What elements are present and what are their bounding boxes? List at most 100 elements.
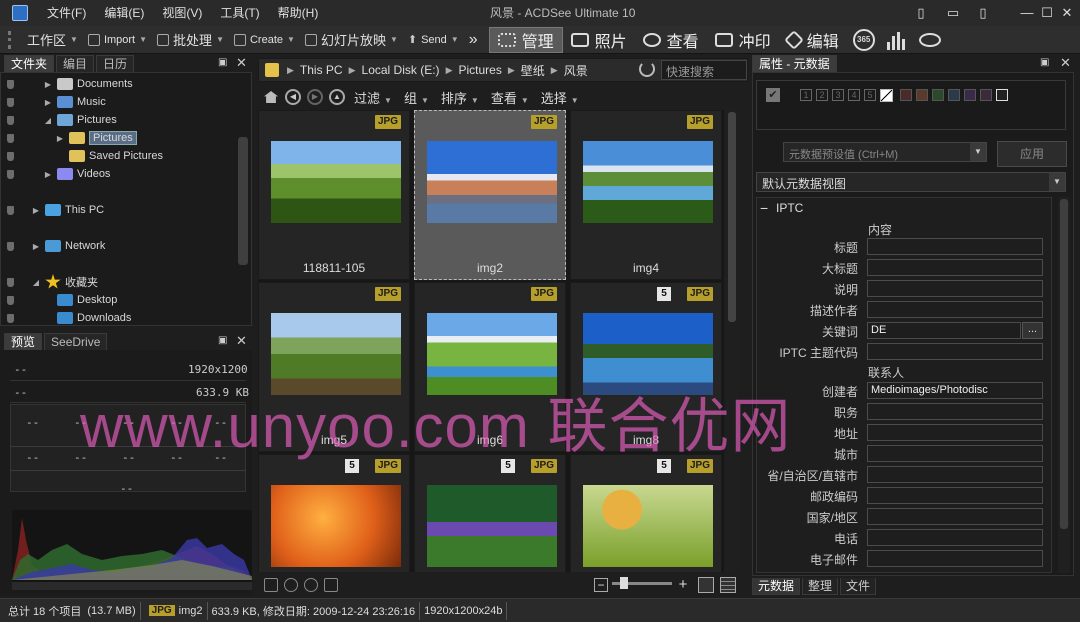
pin-icon[interactable]: ▣: [1040, 57, 1049, 68]
pin-icon[interactable]: ▣: [218, 335, 227, 346]
expand-arrow-icon[interactable]: ▶: [43, 98, 53, 107]
expand-arrow-icon[interactable]: ◢: [31, 278, 41, 287]
thumbnail-image[interactable]: [271, 313, 401, 395]
color-label-red[interactable]: [900, 89, 912, 101]
iptc-field-input[interactable]: [867, 487, 1043, 504]
compare-icon[interactable]: [324, 578, 338, 592]
home-icon[interactable]: [264, 91, 278, 103]
menu-edit[interactable]: 编辑(E): [95, 0, 153, 26]
mode-manage-button[interactable]: 管理: [488, 26, 563, 53]
thumbnail-item[interactable]: JPG img6: [414, 282, 566, 452]
send-button[interactable]: ⬆ Send ▼: [403, 28, 464, 52]
acdsee-app-icon[interactable]: [12, 5, 28, 21]
folder-tree-item[interactable]: ▶ This PC: [1, 201, 104, 219]
expand-arrow-icon[interactable]: ▶: [43, 80, 53, 89]
metadata-scrollbar[interactable]: [1058, 197, 1070, 573]
select-menu[interactable]: 选择 ▼: [535, 88, 585, 107]
iptc-field-input[interactable]: [867, 466, 1043, 483]
thumbnail-item[interactable]: JPG img4: [570, 110, 722, 280]
tab-catalog[interactable]: 编目: [56, 55, 95, 72]
keywords-browse-button[interactable]: ...: [1022, 322, 1043, 339]
color-label-blue[interactable]: [948, 89, 960, 101]
tab-folders[interactable]: 文件夹: [4, 55, 55, 72]
menu-help[interactable]: 帮助(H): [269, 0, 328, 26]
metadata-preset-select[interactable]: 元数据预设值 (Ctrl+M) ▼: [783, 142, 987, 162]
mode-edit-button[interactable]: 编辑: [779, 27, 847, 53]
folder-tree-item[interactable]: Saved Pictures: [1, 147, 163, 165]
thumbnail-image[interactable]: [583, 485, 713, 567]
thumbnail-item[interactable]: JPG img2: [414, 110, 566, 280]
folder-tree-item[interactable]: ▶ Music: [1, 93, 106, 111]
iptc-field-input[interactable]: [867, 508, 1043, 525]
color-label-clear[interactable]: [996, 89, 1008, 101]
expand-arrow-icon[interactable]: ▶: [31, 206, 41, 215]
bottom-panel-toggle-icon[interactable]: ▭: [944, 4, 962, 22]
expand-arrow-icon[interactable]: ▶: [31, 242, 41, 251]
menu-tools[interactable]: 工具(T): [211, 0, 268, 26]
thumbnail-image[interactable]: [583, 313, 713, 395]
thumbnail-view-icon[interactable]: [698, 577, 714, 593]
rating-1-box[interactable]: 1: [800, 89, 812, 101]
maximize-icon[interactable]: ☐: [1038, 4, 1056, 22]
right-panel-toggle-icon[interactable]: ▯: [974, 4, 992, 22]
panel-close-icon[interactable]: ✕: [236, 333, 247, 349]
breadcrumb-landscape[interactable]: 风景: [560, 62, 592, 79]
dashboard-icon[interactable]: [886, 30, 905, 50]
thumbnail-item[interactable]: JPG 5: [570, 454, 722, 572]
breadcrumb-wallpaper[interactable]: 壁纸: [517, 62, 549, 79]
iptc-field-input[interactable]: [867, 529, 1043, 546]
quick-search-input[interactable]: 快速搜索: [661, 60, 747, 80]
thumbnail-item[interactable]: JPG 5: [258, 454, 410, 572]
iptc-field-input[interactable]: [867, 445, 1043, 462]
batch-button[interactable]: 批处理 ▼: [152, 28, 229, 52]
iptc-field-input[interactable]: [867, 403, 1043, 420]
sort-menu[interactable]: 排序 ▼: [435, 88, 485, 107]
back-icon[interactable]: ◀: [285, 89, 301, 105]
mode-develop-button[interactable]: 冲印: [707, 27, 779, 53]
menu-view[interactable]: 视图(V): [153, 0, 211, 26]
zoom-in-icon[interactable]: +: [676, 577, 690, 592]
pin-icon[interactable]: ▣: [218, 57, 227, 68]
iptc-field-input[interactable]: [867, 301, 1043, 318]
iptc-field-input[interactable]: [867, 550, 1043, 567]
thumbnail-image[interactable]: [271, 141, 401, 223]
breadcrumb-local-disk[interactable]: Local Disk (E:): [358, 63, 444, 77]
thumbnail-item[interactable]: JPG img5: [258, 282, 410, 452]
collapse-icon[interactable]: −: [760, 200, 768, 216]
tab-seedrive[interactable]: SeeDrive: [44, 333, 108, 350]
expand-arrow-icon[interactable]: ▶: [43, 170, 53, 179]
color-label-orange[interactable]: [916, 89, 928, 101]
thumbnail-image[interactable]: [427, 141, 557, 223]
image-basket-icon[interactable]: [264, 578, 278, 592]
slideshow-button[interactable]: 幻灯片放映 ▼: [300, 28, 403, 52]
scrollbar-thumb[interactable]: [728, 112, 736, 322]
mode-photos-button[interactable]: 照片: [563, 27, 635, 53]
folder-tree-item[interactable]: ▶ Network: [1, 237, 105, 255]
iptc-field-input[interactable]: Medioimages/Photodisc: [867, 382, 1043, 399]
folder-tree-scrollbar[interactable]: [238, 137, 248, 265]
rating-2-box[interactable]: 2: [816, 89, 828, 101]
folder-tree-item[interactable]: ▶ Videos: [1, 165, 110, 183]
iptc-field-input[interactable]: [867, 280, 1043, 297]
group-menu[interactable]: 组 ▼: [398, 88, 435, 107]
zoom-out-icon[interactable]: −: [594, 578, 608, 592]
clear-rating-icon[interactable]: [880, 89, 893, 102]
breadcrumb-pictures[interactable]: Pictures: [454, 63, 505, 77]
iptc-field-input[interactable]: [867, 343, 1043, 360]
color-label-purple[interactable]: [964, 89, 976, 101]
folder-tree-item[interactable]: Desktop: [1, 291, 117, 309]
folder-tree-item[interactable]: Downloads: [1, 309, 131, 325]
thumbnail-image[interactable]: [583, 141, 713, 223]
folder-tree-item[interactable]: ▶ Pictures: [1, 129, 137, 147]
minimize-icon[interactable]: —: [1018, 4, 1036, 22]
thumbnail-image[interactable]: [427, 313, 557, 395]
color-label-green[interactable]: [932, 89, 944, 101]
close-icon[interactable]: ✕: [1058, 4, 1076, 22]
thumbnail-image[interactable]: [427, 485, 557, 567]
thumbnail-image[interactable]: [271, 485, 401, 567]
privacy-eye-icon[interactable]: [918, 32, 941, 47]
iptc-field-input[interactable]: DE: [867, 322, 1021, 339]
apply-button[interactable]: 应用: [997, 141, 1067, 167]
panel-close-icon[interactable]: ✕: [1060, 55, 1071, 71]
tab-calendar[interactable]: 日历: [96, 55, 135, 72]
